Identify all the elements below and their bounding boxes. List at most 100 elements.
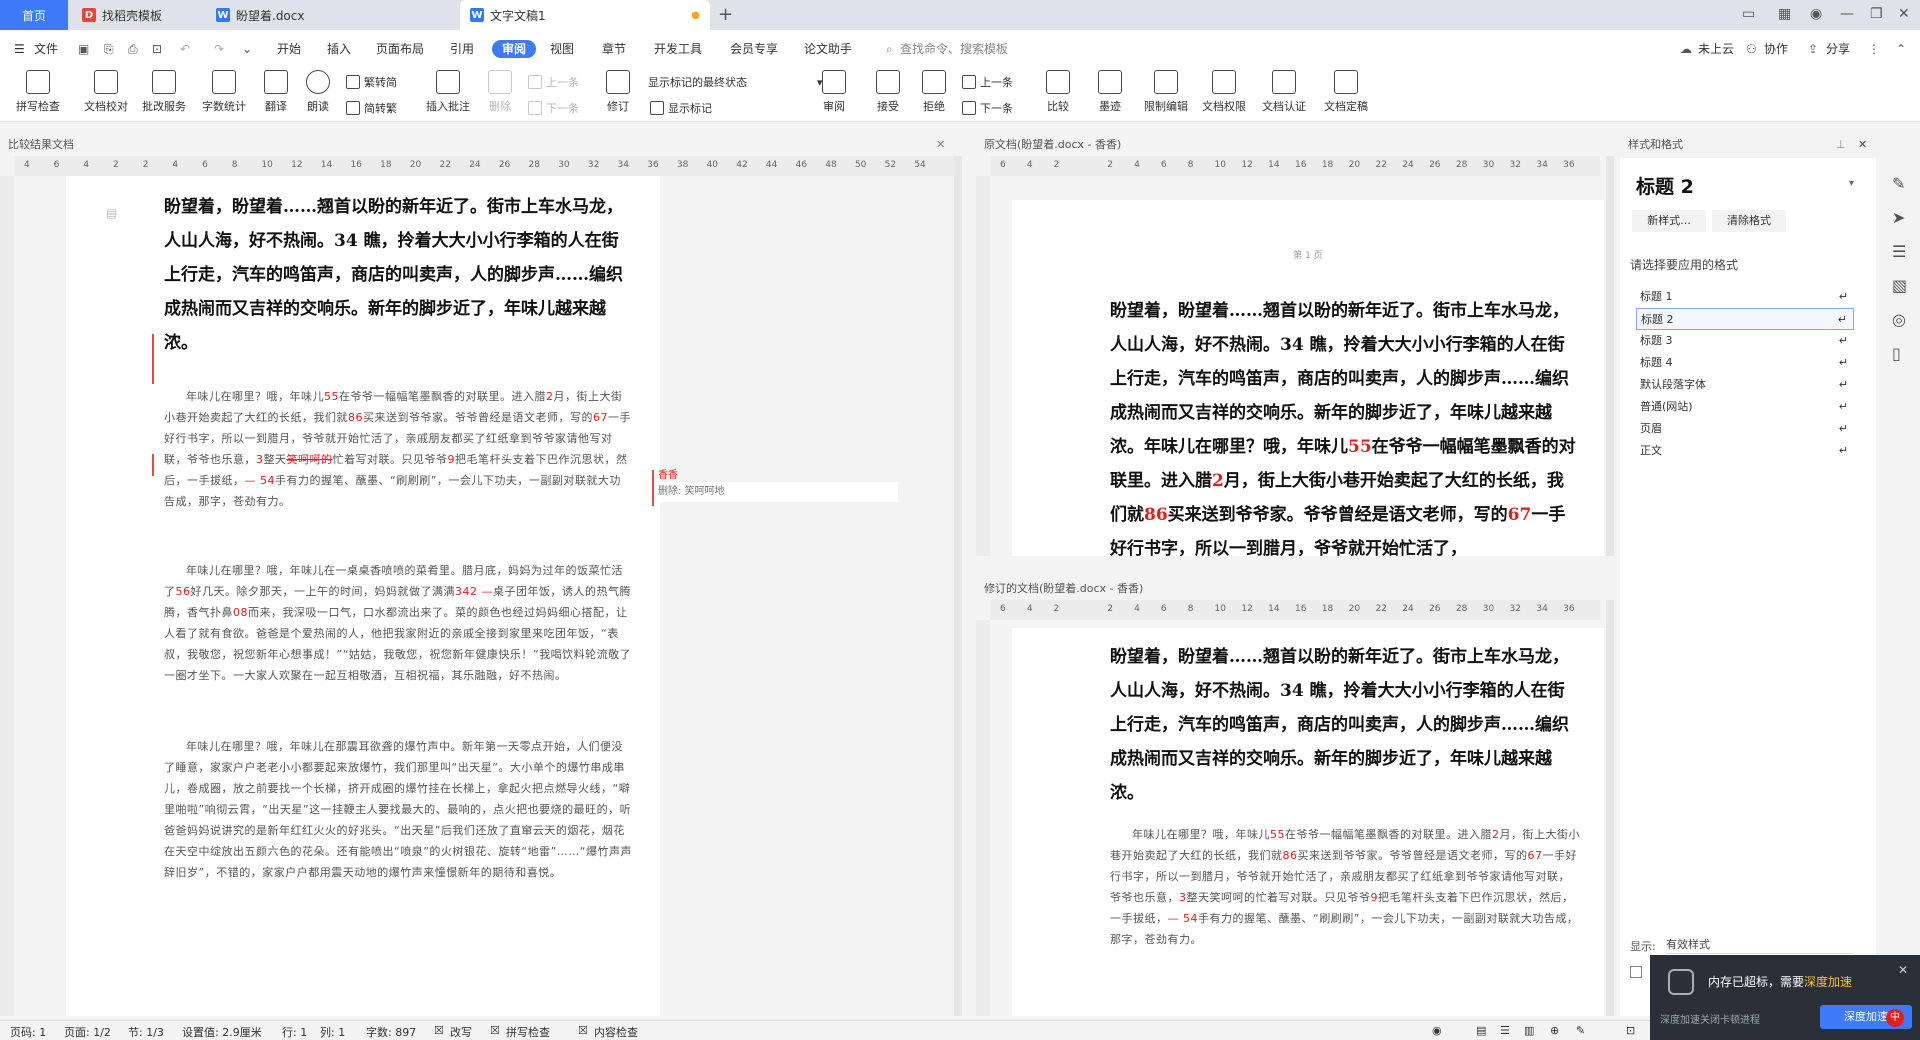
share-button[interactable]: 分享 bbox=[1826, 40, 1850, 58]
style-item[interactable]: 默认段落字体 ↵ bbox=[1636, 374, 1854, 396]
doc-final-button[interactable]: 文档定稿 bbox=[1318, 66, 1374, 114]
cloud-status[interactable]: 未上云 bbox=[1698, 40, 1734, 58]
save-icon[interactable]: ▣ bbox=[78, 40, 89, 58]
style-item[interactable]: 标题 1 ↵ bbox=[1636, 286, 1854, 308]
deleted-text[interactable]: 笑呵呵的 bbox=[287, 453, 333, 466]
clear-format-button[interactable]: 清除格式 bbox=[1712, 210, 1786, 232]
scrollbar[interactable] bbox=[954, 156, 962, 1016]
scrollbar[interactable] bbox=[1606, 600, 1614, 1016]
document-page[interactable]: 盼望着，盼望着……翘首以盼的新年近了。街市上车水马龙，人山人海，好不热闹。34 … bbox=[1012, 628, 1604, 1016]
word-count-button[interactable]: 字数统计 bbox=[196, 66, 252, 114]
cursor-icon[interactable]: ➤ bbox=[1892, 208, 1905, 227]
export-icon[interactable]: ⎘ bbox=[104, 40, 114, 58]
checkbox-icon[interactable]: ☒ bbox=[578, 1024, 588, 1037]
word-count[interactable]: 字数: 897 bbox=[366, 1024, 416, 1040]
pin-icon[interactable]: ⊥ bbox=[1836, 134, 1846, 156]
correction-service-button[interactable]: 批改服务 bbox=[136, 66, 192, 114]
pen-view-icon[interactable]: ✎ bbox=[1576, 1024, 1585, 1037]
layout-icon[interactable]: ▭ bbox=[1742, 6, 1755, 22]
page-number[interactable]: 页码: 1 bbox=[10, 1024, 46, 1040]
next-change-button[interactable]: 下一条 bbox=[962, 100, 1013, 116]
outline-view-icon[interactable]: ☰ bbox=[1500, 1024, 1510, 1037]
collapse-ribbon-icon[interactable]: ⌃ bbox=[1896, 40, 1906, 58]
panel-title[interactable]: 样式和格式 bbox=[1628, 138, 1683, 151]
preview-icon[interactable]: ⊡ bbox=[152, 40, 162, 58]
menu-home[interactable]: 开始 bbox=[277, 40, 301, 58]
read-aloud-button[interactable]: 朗读 bbox=[290, 66, 346, 114]
reject-button[interactable]: 拒绝 bbox=[906, 66, 962, 114]
close-icon[interactable]: ✕ bbox=[1898, 963, 1908, 977]
show-styles-select[interactable]: 有效样式 bbox=[1666, 936, 1854, 954]
fit-page-icon[interactable]: ⊡ bbox=[1626, 1024, 1635, 1037]
read-view-icon[interactable]: ▥ bbox=[1524, 1024, 1534, 1037]
web-view-icon[interactable]: ⊕ bbox=[1550, 1024, 1559, 1037]
revise-mode[interactable]: 改写 bbox=[450, 1024, 472, 1040]
menu-reference[interactable]: 引用 bbox=[450, 40, 474, 58]
track-changes-button[interactable]: 修订 bbox=[590, 66, 646, 114]
menu-page-layout[interactable]: 页面布局 bbox=[376, 40, 424, 58]
compare-button[interactable]: 比较 bbox=[1030, 66, 1086, 114]
next-comment-button[interactable]: 下一条 bbox=[528, 100, 579, 116]
menu-hamburger-icon[interactable]: ☰ bbox=[14, 40, 25, 58]
spell-check-button[interactable]: 拼写检查 bbox=[10, 66, 66, 114]
sliders-icon[interactable]: ☰ bbox=[1892, 242, 1906, 261]
memory-toast[interactable]: 内存已超标，需要深度加速 ✕ 深度加速关闭卡顿进程 深度加速 中 bbox=[1650, 955, 1920, 1040]
scrollbar[interactable] bbox=[1606, 156, 1614, 556]
tab-template[interactable]: D 找稻壳模板 bbox=[72, 0, 200, 30]
menu-chapter[interactable]: 章节 bbox=[602, 40, 626, 58]
style-item[interactable]: 正文 ↵ bbox=[1636, 440, 1854, 462]
restore-icon[interactable]: ❐ bbox=[1870, 6, 1883, 22]
doc-cert-button[interactable]: 文档认证 bbox=[1256, 66, 1312, 114]
menu-paper[interactable]: 论文助手 bbox=[804, 40, 852, 58]
menu-member[interactable]: 会员专享 bbox=[730, 40, 778, 58]
tab-home[interactable]: 首页 bbox=[0, 0, 68, 30]
style-item[interactable]: 标题 4 ↵ bbox=[1636, 352, 1854, 374]
menu-dev-tools[interactable]: 开发工具 bbox=[654, 40, 702, 58]
revision-balloon[interactable]: 香香 删除: 笑呵呵地 bbox=[652, 462, 904, 508]
menu-file[interactable]: 文件 bbox=[34, 40, 58, 58]
doc-rights-button[interactable]: 文档权限 bbox=[1196, 66, 1252, 114]
image-icon[interactable]: ▧ bbox=[1892, 276, 1907, 295]
print-icon[interactable]: ⎙ bbox=[128, 40, 138, 58]
checkbox-icon[interactable]: ☒ bbox=[434, 1024, 444, 1037]
minimize-icon[interactable]: — bbox=[1840, 6, 1854, 22]
markup-mode-select[interactable]: 显示标记的最终状态 ▾ bbox=[648, 74, 823, 90]
ink-button[interactable]: 墨迹 bbox=[1082, 66, 1138, 114]
command-search[interactable]: 查找命令、搜索模板 bbox=[900, 40, 1008, 58]
target-icon[interactable]: ◎ bbox=[1892, 310, 1906, 329]
collab-button[interactable]: 协作 bbox=[1764, 40, 1788, 58]
eye-icon[interactable]: ◉ bbox=[1432, 1024, 1442, 1037]
close-icon[interactable]: ✕ bbox=[1858, 134, 1867, 156]
ime-indicator[interactable]: 中 bbox=[1886, 1009, 1904, 1027]
tab-doc-panwangzhe[interactable]: W 盼望着.docx bbox=[206, 0, 456, 30]
toast-link[interactable]: 深度加速 bbox=[1804, 975, 1852, 989]
new-tab-button[interactable]: + bbox=[718, 4, 733, 25]
checkbox-icon[interactable]: ☒ bbox=[490, 1024, 500, 1037]
close-icon[interactable]: ✕ bbox=[1898, 6, 1910, 22]
show-markup-button[interactable]: 显示标记 bbox=[650, 100, 712, 116]
delete-comment-button[interactable]: 删除 bbox=[472, 66, 528, 114]
user-avatar-icon[interactable]: ◉ bbox=[1810, 6, 1822, 22]
undo-icon[interactable]: ↶ bbox=[180, 40, 190, 58]
book-icon[interactable]: ▯ bbox=[1892, 344, 1901, 363]
pen-icon[interactable]: ✎ bbox=[1892, 174, 1905, 193]
menu-view[interactable]: 视图 bbox=[550, 40, 574, 58]
simp-to-trad-button[interactable]: 简转繁 bbox=[346, 100, 397, 116]
restrict-edit-button[interactable]: 限制编辑 bbox=[1138, 66, 1194, 114]
style-item[interactable]: 普通(网站) ↵ bbox=[1636, 396, 1854, 418]
document-page[interactable]: ▤ 盼望着，盼望着……翘首以盼的新年近了。街市上车水马龙，人山人海，好不热闹。3… bbox=[66, 176, 660, 1016]
style-item[interactable]: 页眉 ↵ bbox=[1636, 418, 1854, 440]
menu-review[interactable]: 审阅 bbox=[492, 40, 537, 58]
redo-icon[interactable]: ↷ bbox=[214, 40, 224, 58]
trad-to-simp-button[interactable]: 繁转简 bbox=[346, 74, 397, 90]
apps-grid-icon[interactable]: ▦ bbox=[1778, 6, 1791, 22]
style-item[interactable]: 标题 2 ↵ bbox=[1636, 308, 1854, 330]
spell-check-status[interactable]: 拼写检查 bbox=[506, 1024, 550, 1040]
content-check[interactable]: 内容检查 bbox=[594, 1024, 638, 1040]
close-icon[interactable]: ✕ bbox=[936, 134, 945, 156]
tab-doc-active[interactable]: W 文字文稿1 ● bbox=[460, 0, 710, 30]
page-view-icon[interactable]: ▤ bbox=[1476, 1024, 1486, 1037]
insert-comment-button[interactable]: 插入批注 bbox=[420, 66, 476, 114]
current-style-select[interactable]: 标题 2 ▾ bbox=[1636, 172, 1858, 202]
preview-checkbox[interactable] bbox=[1630, 966, 1642, 978]
